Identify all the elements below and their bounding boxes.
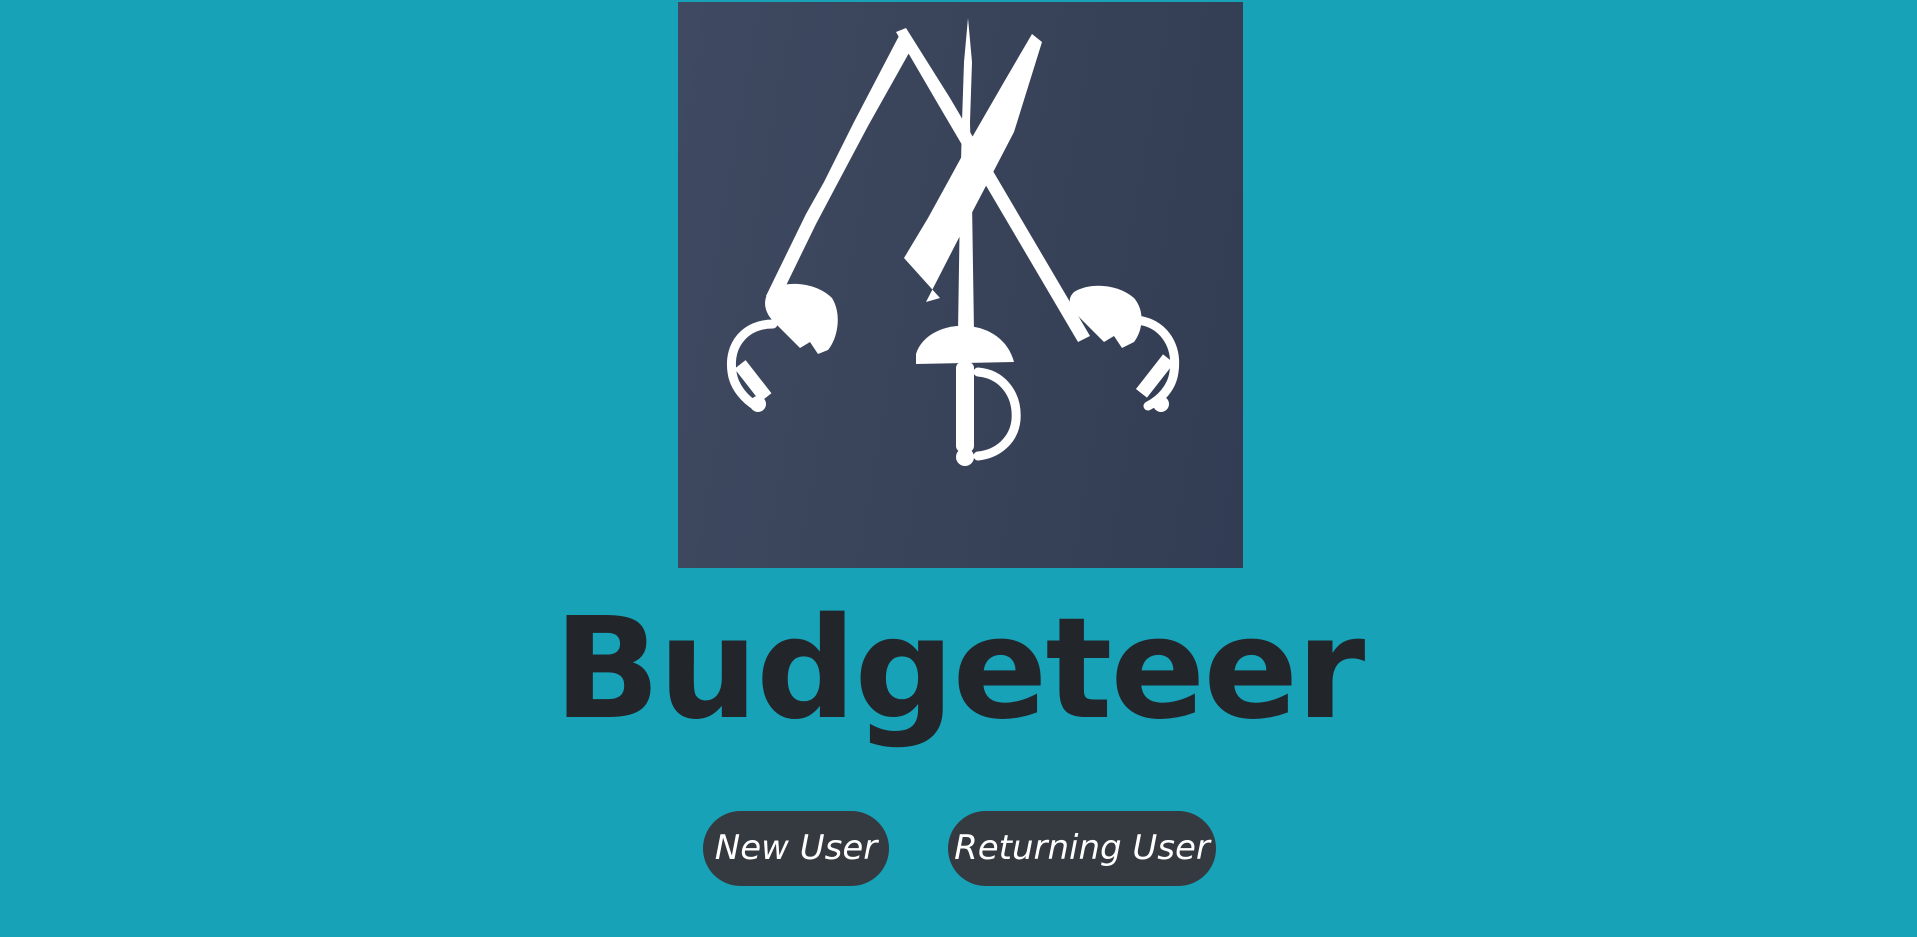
returning-user-button[interactable]: Returning User [948,811,1216,886]
app-title: Budgeteer [553,588,1366,751]
crossed-swords-icon [726,18,1180,466]
logo [678,2,1243,568]
landing-page: Budgeteer New User Returning User [0,0,1917,937]
new-user-button[interactable]: New User [703,811,889,886]
